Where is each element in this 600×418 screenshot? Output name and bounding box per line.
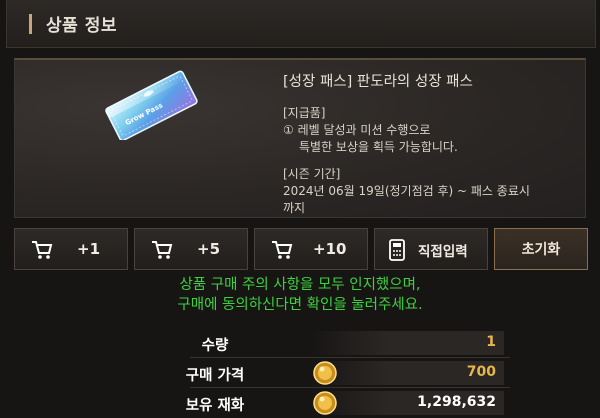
section-header: 상품 정보 [6, 0, 596, 48]
product-name: [성장 패스] 판도라의 성장 패스 [283, 74, 473, 90]
quantity-value-box [310, 331, 504, 355]
gold-coin-icon [313, 391, 337, 415]
price-value: 700 [466, 364, 496, 380]
divider [190, 387, 510, 388]
add-10-button[interactable]: +10 [254, 228, 368, 270]
price-row: 구매 가격 700 [0, 360, 600, 386]
page-title: 상품 정보 [46, 16, 117, 36]
calculator-icon [389, 239, 405, 261]
notice-line-1: 상품 구매 주의 사항을 모두 인지했으며, [179, 277, 421, 293]
reward-line-2: 특별한 보상을 획득 가능합니다. [299, 140, 458, 154]
reward-heading: [지급품] [283, 106, 326, 120]
direct-input-button[interactable]: 직접입력 [374, 228, 488, 270]
quantity-label: 수량 [201, 338, 229, 354]
purchase-notice: 상품 구매 주의 사항을 모두 인지했으며, 구매에 동의하신다면 확인을 눌러… [0, 275, 600, 315]
cart-icon [152, 241, 173, 259]
notice-line-2: 구매에 동의하신다면 확인을 눌러주세요. [177, 297, 423, 313]
reward-line-1: ① 레벨 달성과 미션 수행으로 [283, 123, 431, 137]
add-10-label: +10 [313, 240, 347, 258]
season-line-1: 2024년 06월 19일(정기점검 후) ~ 패스 종료시 [283, 184, 530, 198]
add-1-label: +1 [77, 240, 101, 258]
season-heading: [시즌 기간] [283, 167, 341, 181]
quantity-value: 1 [486, 334, 496, 350]
direct-input-label: 직접입력 [418, 244, 468, 260]
add-5-label: +5 [197, 240, 221, 258]
owned-currency-row: 보유 재화 1,298,632 [0, 390, 600, 416]
header-accent-bar [29, 13, 32, 34]
quantity-row: 수량 1 [0, 330, 600, 356]
divider [190, 357, 510, 358]
price-label: 구매 가격 [185, 368, 245, 384]
gold-coin-icon [313, 361, 337, 385]
cart-icon [272, 241, 293, 259]
product-details: [성장 패스] 판도라의 성장 패스 [지급품] ① 레벨 달성과 미션 수행으… [283, 70, 583, 217]
owned-value: 1,298,632 [417, 394, 496, 410]
add-5-button[interactable]: +5 [134, 228, 248, 270]
reset-button[interactable]: 초기화 [494, 228, 588, 270]
cart-icon [32, 241, 53, 259]
reset-label: 초기화 [521, 242, 561, 258]
season-line-2: 까지 [283, 201, 306, 215]
add-1-button[interactable]: +1 [14, 228, 128, 270]
owned-label: 보유 재화 [185, 398, 245, 414]
